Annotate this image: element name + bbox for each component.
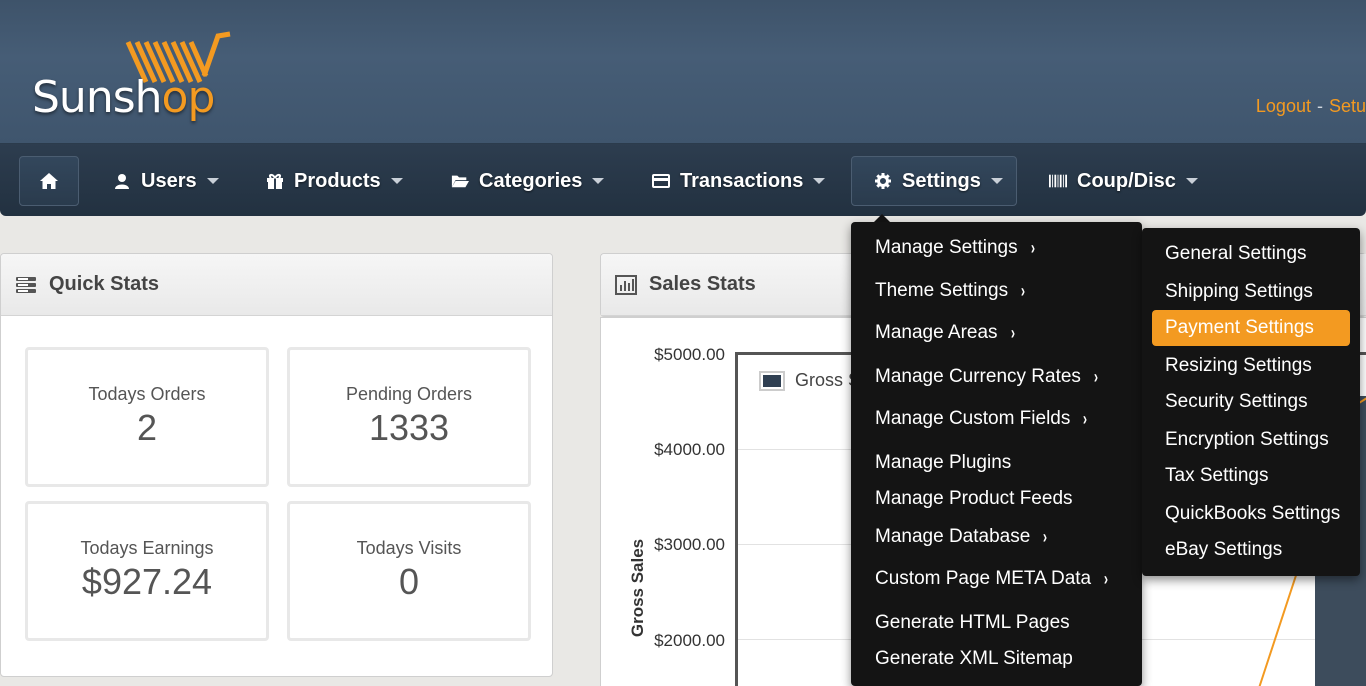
home-icon	[40, 173, 58, 189]
menu-item-generate-html-pages[interactable]: Generate HTML Pages	[875, 612, 1070, 634]
gear-icon	[874, 172, 892, 190]
gift-icon	[266, 172, 284, 190]
stat-value: 0	[398, 561, 420, 602]
credit-card-icon	[652, 172, 670, 190]
chevron-right-icon: ›	[1083, 408, 1088, 429]
menu-item-manage-database[interactable]: Manage Database ›	[875, 526, 1048, 548]
nav-coupons-label: Coup/Disc	[1077, 169, 1176, 192]
nav-coupons-discounts[interactable]: Coup/Disc	[1049, 156, 1198, 206]
chevron-right-icon: ›	[1043, 526, 1048, 547]
chevron-right-icon: ›	[1020, 280, 1026, 301]
bar-chart-icon	[615, 274, 637, 295]
stat-value: 2	[136, 407, 158, 448]
manage-settings-submenu: General Settings Shipping Settings Payme…	[1142, 228, 1360, 576]
nav-settings-label: Settings	[902, 169, 981, 192]
quick-stats-title: Quick Stats	[49, 273, 160, 295]
nav-categories-label: Categories	[479, 169, 583, 192]
nav-transactions[interactable]: Transactions	[652, 156, 826, 206]
stat-label: Todays Visits	[356, 538, 462, 558]
submenu-item-payment-settings[interactable]: Payment Settings	[1152, 310, 1350, 346]
nav-categories[interactable]: Categories	[451, 156, 605, 206]
stat-pending-orders[interactable]: Pending Orders 1333	[287, 347, 531, 487]
sunshop-logo[interactable]: Sunshop	[30, 30, 260, 130]
header-links: Logout - Setu	[1256, 96, 1366, 117]
settings-dropdown-menu: Manage Settings › Theme Settings › Manage …	[851, 222, 1142, 686]
y-tick-label: $3000.00	[654, 535, 725, 554]
y-axis-label: Gross Sales	[628, 538, 647, 638]
submenu-item-security-settings[interactable]: Security Settings	[1152, 384, 1350, 420]
stat-label: Todays Earnings	[80, 538, 214, 558]
barcode-icon	[1049, 172, 1067, 190]
stat-todays-earnings: Todays Earnings $927.24	[25, 501, 269, 641]
menu-item-custom-page-meta-data[interactable]: Custom Page META Data ›	[875, 568, 1109, 590]
header: Sunshop Logout - Setu	[0, 0, 1366, 144]
nav-users-label: Users	[141, 169, 197, 192]
nav-products[interactable]: Products	[266, 156, 403, 206]
sales-stats-title: Sales Stats	[649, 273, 756, 295]
menu-pointer	[874, 214, 890, 222]
submenu-pointer	[1134, 240, 1142, 256]
quick-stats-panel: Quick Stats Todays Orders 2 Pending Orde…	[0, 253, 553, 677]
nav-products-label: Products	[294, 169, 381, 192]
chevron-down-icon	[390, 178, 403, 184]
nav-home-button[interactable]	[19, 156, 79, 206]
menu-item-manage-custom-fields[interactable]: Manage Custom Fields ›	[875, 408, 1088, 430]
chevron-down-icon	[206, 178, 219, 184]
stat-value: 1333	[368, 407, 450, 448]
user-icon	[113, 172, 131, 190]
y-tick-label: $4000.00	[654, 440, 725, 459]
legend-swatch	[759, 370, 785, 391]
menu-item-manage-currency-rates[interactable]: Manage Currency Rates ›	[875, 366, 1099, 388]
nav-users[interactable]: Users	[113, 156, 219, 206]
chevron-right-icon: ›	[1030, 237, 1035, 258]
submenu-item-ebay-settings[interactable]: eBay Settings	[1152, 532, 1350, 568]
y-tick-label: $2000.00	[654, 631, 725, 650]
submenu-item-quickbooks-settings[interactable]: QuickBooks Settings	[1152, 496, 1350, 532]
menu-item-manage-areas[interactable]: Manage Areas ›	[875, 322, 1016, 344]
menu-item-manage-product-feeds[interactable]: Manage Product Feeds	[875, 488, 1073, 510]
submenu-item-general-settings[interactable]: General Settings	[1152, 236, 1350, 272]
list-icon	[16, 276, 36, 293]
menu-item-generate-xml-sitemap[interactable]: Generate XML Sitemap	[875, 648, 1073, 670]
stat-todays-orders: Todays Orders 2	[25, 347, 269, 487]
setup-link[interactable]: Setu	[1329, 96, 1366, 116]
quick-stats-header: Quick Stats	[1, 254, 552, 316]
chevron-right-icon: ›	[1104, 568, 1109, 589]
nav-settings[interactable]: Settings	[851, 156, 1017, 206]
chevron-right-icon: ›	[1010, 322, 1015, 343]
folder-icon	[451, 172, 469, 190]
submenu-item-encryption-settings[interactable]: Encryption Settings	[1152, 422, 1350, 458]
chevron-right-icon: ›	[1093, 366, 1099, 387]
y-tick-label: $5000.00	[654, 345, 725, 364]
stat-label: Todays Orders	[88, 384, 206, 404]
menu-item-manage-settings[interactable]: Manage Settings ›	[875, 237, 1036, 259]
submenu-item-resizing-settings[interactable]: Resizing Settings	[1152, 348, 1350, 384]
nav-transactions-label: Transactions	[680, 169, 804, 192]
chevron-down-icon	[990, 178, 1003, 184]
menu-item-manage-plugins[interactable]: Manage Plugins	[875, 452, 1011, 474]
link-separator: -	[1316, 96, 1323, 116]
logo-text: Sunshop	[32, 72, 215, 123]
submenu-item-shipping-settings[interactable]: Shipping Settings	[1152, 274, 1350, 310]
chevron-down-icon	[1185, 178, 1198, 184]
chevron-down-icon	[813, 178, 826, 184]
stat-todays-visits: Todays Visits 0	[287, 501, 531, 641]
stat-value: $927.24	[81, 561, 213, 602]
main-navbar: Users Products Categories Transactions S…	[0, 144, 1366, 216]
logout-link[interactable]: Logout	[1256, 96, 1311, 116]
chevron-down-icon	[592, 178, 605, 184]
menu-item-theme-settings[interactable]: Theme Settings ›	[875, 280, 1026, 302]
submenu-item-tax-settings[interactable]: Tax Settings	[1152, 458, 1350, 494]
stat-label: Pending Orders	[345, 384, 473, 404]
